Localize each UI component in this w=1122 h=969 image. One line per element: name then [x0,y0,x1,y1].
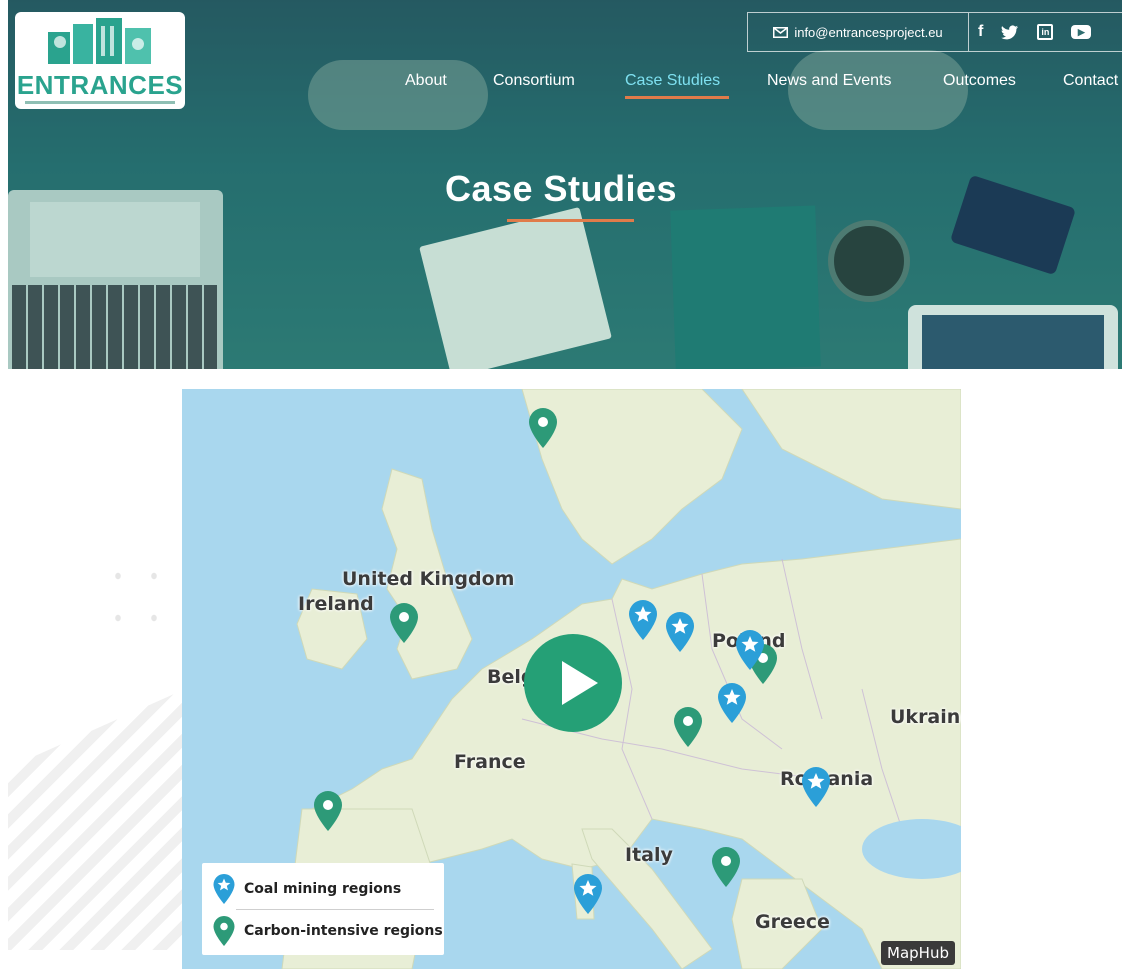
logo-wordmark: ENTRANCES [16,70,184,100]
map-label-united-kingdom: United Kingdom [342,568,515,590]
hero-photo-arm [308,60,488,130]
play-icon[interactable] [524,634,622,732]
map-label-italy: Italy [625,844,673,866]
nav-case-studies[interactable]: Case Studies [625,72,720,90]
contact-bar: info@entrancesproject.eu f in ▶ [747,12,1122,52]
hero-photo-book [670,205,821,369]
coal-pin-germany-west[interactable] [627,599,659,641]
nav-contact[interactable]: Contact [1063,72,1122,90]
nav-news-events[interactable]: News and Events [767,72,892,90]
coal-pin-icon [213,874,235,904]
maphub-attribution[interactable]: MapHub [881,941,955,965]
legend-carbon-label: Carbon-intensive regions [244,923,443,939]
twitter-icon[interactable] [1001,24,1019,40]
legend-carbon: Carbon-intensive regions [212,915,443,947]
map-label-ireland: Ireland [298,593,374,615]
email-text: info@entrancesproject.eu [794,24,943,40]
linkedin-icon[interactable]: in [1037,24,1054,40]
envelope-icon [773,26,789,38]
hero-photo-cup [828,220,910,302]
coal-pin-germany-east[interactable] [664,611,696,653]
legend-coal-label: Coal mining regions [244,881,402,897]
coal-pin-slovakia[interactable] [716,682,748,724]
map-label-greece: Greece [755,911,830,933]
site-logo[interactable]: ENTRANCES [15,12,185,109]
hero-photo-arm [788,50,968,130]
nav-active-indicator [625,96,729,99]
nav-about[interactable]: About [405,72,447,90]
coal-pin-romania[interactable] [800,766,832,808]
map-label-france: France [454,751,526,773]
carbon-pin-wales[interactable] [388,602,420,644]
facebook-icon[interactable]: f [978,23,983,41]
map-legend: Coal mining regions Carbon-intensive reg… [202,863,444,955]
carbon-pin-italy[interactable] [710,846,742,888]
social-links: f in ▶ [978,13,1092,51]
decorative-stripes [8,690,183,950]
nav-outcomes[interactable]: Outcomes [943,72,1016,90]
hero-photo-tablet [908,305,1118,369]
carbon-pin-icon [213,916,235,946]
nav-consortium[interactable]: Consortium [493,72,575,90]
carbon-pin-norway[interactable] [527,407,559,449]
map-label-belgium: Belgium [487,666,529,688]
decorative-dots [100,555,180,655]
legend-coal: Coal mining regions [212,873,401,905]
title-underline [507,219,634,222]
youtube-icon[interactable]: ▶ [1071,25,1092,39]
logo-buildings-icon [48,18,151,64]
hero-photo-laptop [8,190,223,369]
carbon-pin-spain[interactable] [312,790,344,832]
coal-pin-sardinia[interactable] [572,873,604,915]
email-link[interactable]: info@entrancesproject.eu [748,13,969,51]
carbon-pin-austria[interactable] [672,706,704,748]
map-label-ukraine: Ukraine [890,706,961,728]
case-studies-map[interactable]: United Kingdom Ireland Belgium France Po… [182,389,961,969]
legend-divider [236,909,434,910]
logo-tagline [25,101,175,104]
coal-pin-poland[interactable] [734,629,766,671]
page-title: Case Studies [444,168,678,209]
